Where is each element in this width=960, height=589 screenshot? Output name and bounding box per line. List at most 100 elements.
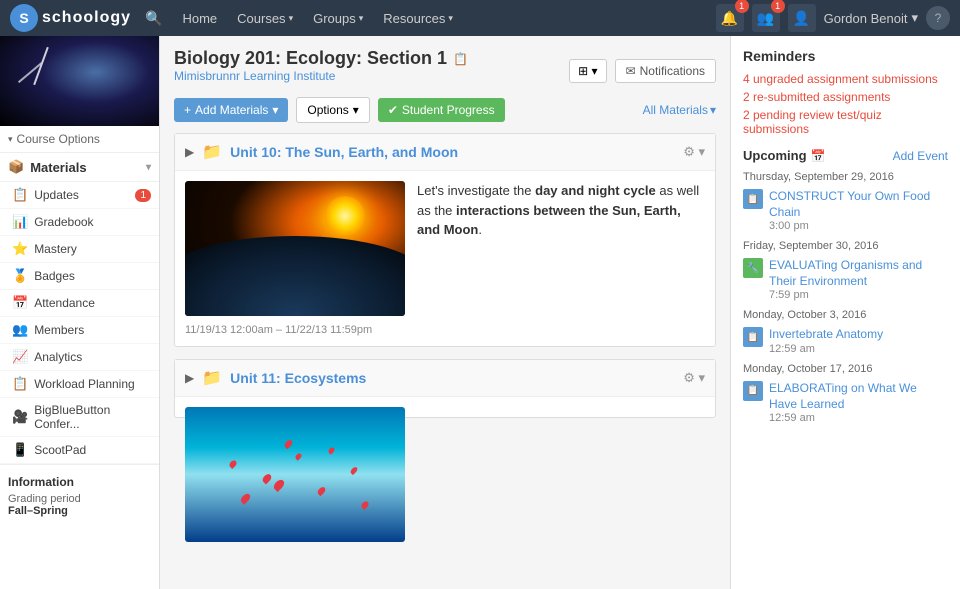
event-elaborate-icon: 📋 xyxy=(743,381,763,401)
event-invertebrate-title[interactable]: Invertebrate Anatomy xyxy=(769,327,948,343)
sidebar-item-gradebook[interactable]: 📊 Gradebook xyxy=(0,209,159,236)
members-label: Members xyxy=(34,323,84,337)
event-elaborate-title[interactable]: ELABORATing on What We Have Learned xyxy=(769,381,948,412)
sidebar-item-analytics[interactable]: 📈 Analytics xyxy=(0,344,159,371)
fish-decoration xyxy=(185,407,405,542)
attendance-icon: 📅 xyxy=(12,295,28,311)
unit-10-content: Let's investigate the day and night cycl… xyxy=(175,171,715,346)
unit-10-folder-icon: 📁 xyxy=(202,142,222,162)
user-chevron: ▾ xyxy=(911,10,918,26)
search-icon[interactable]: 🔍 xyxy=(145,10,162,27)
event-item-invertebrate: 📋 Invertebrate Anatomy 12:59 am xyxy=(743,327,948,355)
institute-link[interactable]: Mimisbrunnr Learning Institute xyxy=(174,69,468,83)
unit-11-header: ▶ 📁 Unit 11: Ecosystems ⚙ ▾ xyxy=(175,360,715,397)
sun-decoration xyxy=(325,196,365,236)
lightning-decoration xyxy=(33,47,49,85)
unit-10-toggle[interactable]: ▶ xyxy=(185,145,194,159)
updates-badge: 1 xyxy=(135,189,151,202)
options-button[interactable]: Options ▾ xyxy=(296,97,369,123)
workload-icon: 📋 xyxy=(12,376,28,392)
unit-10-header: ▶ 📁 Unit 10: The Sun, Earth, and Moon ⚙ … xyxy=(175,134,715,171)
logo[interactable]: S schoology xyxy=(10,4,131,32)
reminders-title: Reminders xyxy=(743,48,948,64)
hero-bg xyxy=(0,36,159,126)
options-chevron: ▾ xyxy=(353,103,359,117)
bigblue-icon: 🎥 xyxy=(12,409,28,425)
event-elaborate-details: ELABORATing on What We Have Learned 12:5… xyxy=(769,381,948,424)
add-materials-label: Add Materials xyxy=(195,103,268,117)
reminder-review[interactable]: 2 pending review test/quiz submissions xyxy=(743,108,948,136)
nav-home[interactable]: Home xyxy=(172,0,227,36)
add-chevron: ▾ xyxy=(272,103,278,117)
updates-icon: 📋 xyxy=(12,187,28,203)
copy-icon[interactable]: 📋 xyxy=(453,52,468,66)
workload-label: Workload Planning xyxy=(34,377,135,391)
materials-section[interactable]: 📦 Materials ▾ xyxy=(0,153,159,182)
student-progress-button[interactable]: ✔ Student Progress xyxy=(378,98,505,122)
sidebar-item-mastery[interactable]: ⭐ Mastery xyxy=(0,236,159,263)
grading-period-label: Grading period xyxy=(8,493,151,505)
analytics-icon: 📈 xyxy=(12,349,28,365)
sidebar-item-workload[interactable]: 📋 Workload Planning xyxy=(0,371,159,398)
event-construct-time: 3:00 pm xyxy=(769,220,948,232)
nav-groups[interactable]: Groups▾ xyxy=(303,0,373,36)
unit-11-gear[interactable]: ⚙ ▾ xyxy=(683,370,705,386)
unit-11-image xyxy=(185,407,405,542)
reminder-resubmitted[interactable]: 2 re-submitted assignments xyxy=(743,90,948,104)
gradebook-label: Gradebook xyxy=(34,215,93,229)
main-layout: ▾ Course Options 📦 Materials ▾ 📋 Updates… xyxy=(0,36,960,589)
add-event-link[interactable]: Add Event xyxy=(893,149,948,163)
calendar-icon: 📅 xyxy=(811,149,826,163)
ocean-visual xyxy=(185,407,405,542)
sidebar-item-members[interactable]: 👥 Members xyxy=(0,317,159,344)
people-icon-btn[interactable]: 👥 1 xyxy=(752,4,780,32)
attendance-label: Attendance xyxy=(34,296,95,310)
upcoming-title: Upcoming 📅 xyxy=(743,148,826,163)
help-button[interactable]: ? xyxy=(926,6,950,30)
course-hero-image xyxy=(0,36,159,126)
badges-label: Badges xyxy=(34,269,75,283)
add-materials-button[interactable]: + Add Materials ▾ xyxy=(174,98,288,122)
unit-10-section: ▶ 📁 Unit 10: The Sun, Earth, and Moon ⚙ … xyxy=(174,133,716,347)
event-item-construct: 📋 CONSTRUCT Your Own Food Chain 3:00 pm xyxy=(743,189,948,232)
layout-button[interactable]: ⊞ ▾ xyxy=(569,59,606,83)
event-date-oct3: Monday, October 3, 2016 xyxy=(743,309,948,321)
upcoming-header: Upcoming 📅 Add Event xyxy=(743,148,948,163)
event-construct-title[interactable]: CONSTRUCT Your Own Food Chain xyxy=(769,189,948,220)
reminder-ungraded[interactable]: 4 ungraded assignment submissions xyxy=(743,72,948,86)
progress-check-icon: ✔ xyxy=(388,103,398,117)
sidebar-item-attendance[interactable]: 📅 Attendance xyxy=(0,290,159,317)
unit-10-title[interactable]: Unit 10: The Sun, Earth, and Moon xyxy=(230,144,675,160)
user-menu-btn[interactable]: Gordon Benoit ▾ xyxy=(824,10,918,26)
unit-11-content xyxy=(175,397,715,417)
nav-resources[interactable]: Resources▾ xyxy=(373,0,463,36)
nav-courses[interactable]: Courses▾ xyxy=(227,0,303,36)
sun-earth-visual xyxy=(185,181,405,316)
unit-11-title[interactable]: Unit 11: Ecosystems xyxy=(230,370,675,386)
notifications-label: Notifications xyxy=(640,64,705,78)
sidebar-item-badges[interactable]: 🏅 Badges xyxy=(0,263,159,290)
mastery-label: Mastery xyxy=(34,242,77,256)
top-navigation: S schoology 🔍 Home Courses▾ Groups▾ Reso… xyxy=(0,0,960,36)
materials-arrow: ▾ xyxy=(146,162,151,173)
sidebar-item-scootpad[interactable]: 📱 ScootPad xyxy=(0,437,159,464)
unit-11-toggle[interactable]: ▶ xyxy=(185,371,194,385)
notifications-icon-btn[interactable]: 🔔 1 xyxy=(716,4,744,32)
materials-label: Materials xyxy=(30,160,86,175)
notifications-button[interactable]: ✉ Notifications xyxy=(615,59,716,83)
event-evaluate-icon: 🔧 xyxy=(743,258,763,278)
all-materials-link[interactable]: All Materials ▾ xyxy=(643,103,716,117)
add-icon: + xyxy=(184,103,191,117)
sidebar-item-updates[interactable]: 📋 Updates 1 xyxy=(0,182,159,209)
sidebar-item-bigbluebutton[interactable]: 🎥 BigBlueButton Confer... xyxy=(0,398,159,437)
information-heading: Information xyxy=(8,475,151,489)
event-construct-details: CONSTRUCT Your Own Food Chain 3:00 pm xyxy=(769,189,948,232)
analytics-label: Analytics xyxy=(34,350,82,364)
event-evaluate-title[interactable]: EVALUATing Organisms and Their Environme… xyxy=(769,258,948,289)
profile-icon-btn[interactable]: 👤 xyxy=(788,4,816,32)
unit-10-gear[interactable]: ⚙ ▾ xyxy=(683,144,705,160)
event-construct-icon: 📋 xyxy=(743,189,763,209)
course-options-toggle[interactable]: ▾ Course Options xyxy=(0,126,159,153)
event-invertebrate-details: Invertebrate Anatomy 12:59 am xyxy=(769,327,948,355)
logo-circle: S xyxy=(10,4,38,32)
